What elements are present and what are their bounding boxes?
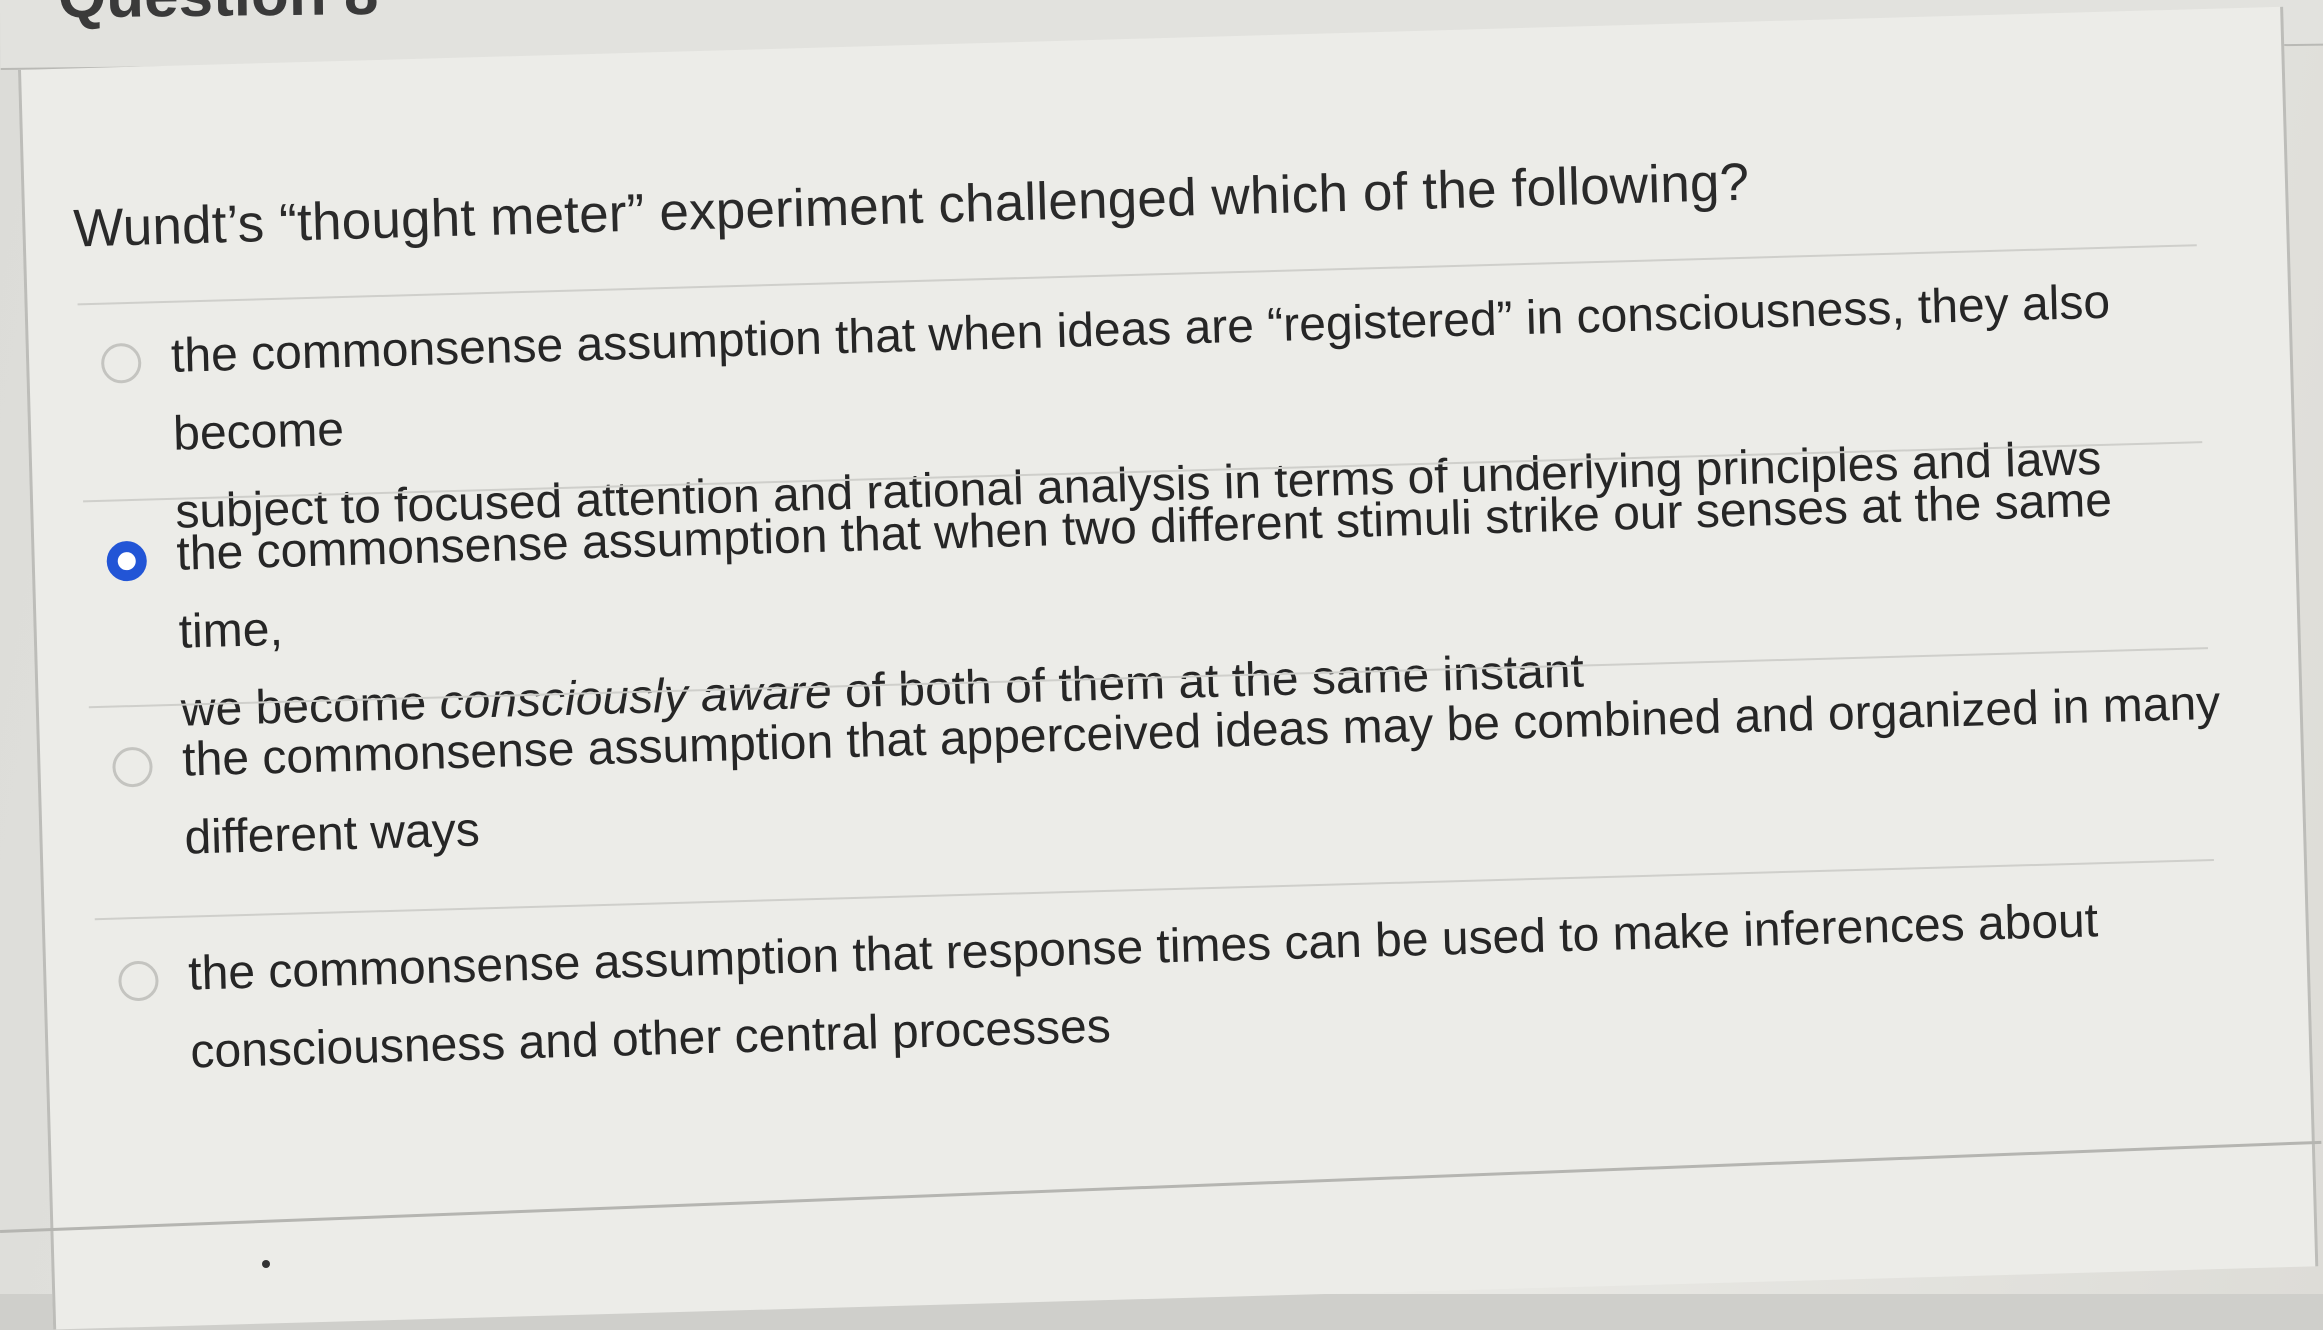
radio-button-unselected[interactable] (117, 960, 160, 1002)
radio-button-selected[interactable] (106, 540, 148, 582)
answer-option-label[interactable]: the commonsense assumption that response… (187, 879, 2231, 1092)
question-text: Wundt’s “thought meter” experiment chall… (72, 152, 1751, 259)
question-number-heading: Question 8 (58, 0, 379, 32)
radio-button-unselected[interactable] (100, 342, 142, 384)
radio-button-unselected[interactable] (111, 746, 154, 788)
option-line-2: consciousness and other central processe… (189, 999, 1112, 1079)
answer-option-1[interactable]: the commonsense assumption that when ide… (78, 257, 2222, 539)
stray-dot (262, 1260, 270, 1268)
option-line-1: the commonsense assumption that when ide… (170, 275, 2111, 461)
option-line-2: different ways (183, 803, 481, 865)
question-card: Wundt’s “thought meter” experiment chall… (18, 6, 2319, 1330)
option-line-1: the commonsense assumption that response… (187, 894, 2099, 1001)
